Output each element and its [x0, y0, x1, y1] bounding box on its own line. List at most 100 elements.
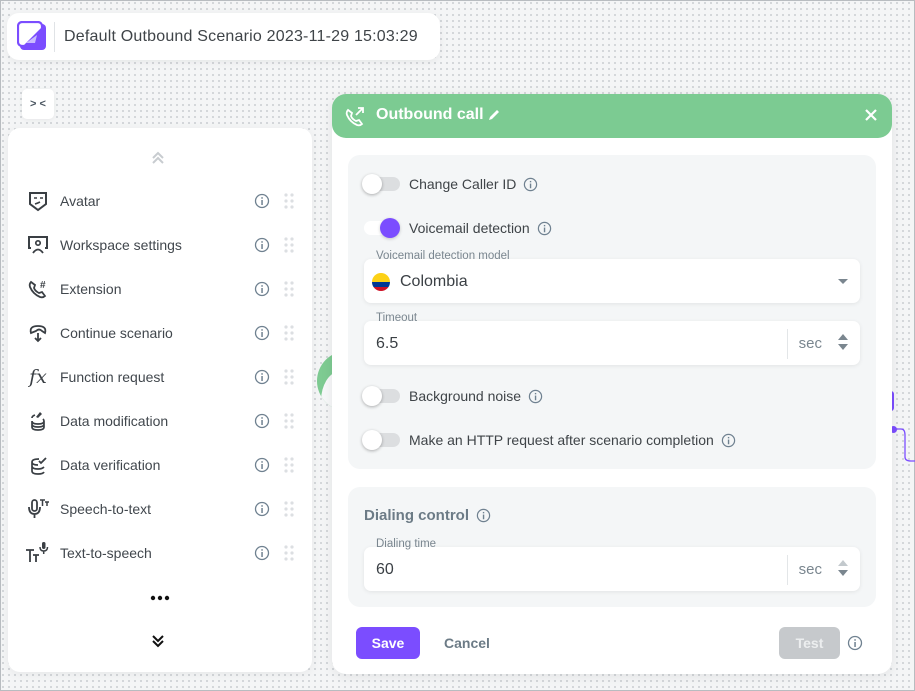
panel-title: Outbound call — [376, 106, 484, 123]
info-icon[interactable] — [254, 237, 270, 253]
dropdown-arrow-icon[interactable] — [838, 279, 848, 284]
close-icon[interactable] — [864, 108, 878, 122]
voicemail-detection-toggle[interactable]: Voicemail detection — [364, 216, 552, 240]
input-value[interactable]: 6.5 — [376, 335, 398, 353]
database-edit-icon — [25, 408, 51, 434]
field-label: Dialing time — [376, 538, 437, 550]
drag-handle-icon[interactable] — [284, 501, 294, 517]
palette-item-data-modification[interactable]: Data modification — [8, 403, 312, 439]
drag-handle-icon[interactable] — [284, 281, 294, 297]
palette-item-label: Continue scenario — [60, 325, 173, 341]
decrement-icon[interactable] — [838, 570, 848, 576]
palette-item-label: Function request — [60, 369, 165, 385]
outbound-call-panel: Outbound call Change Caller ID Voicemail… — [332, 94, 892, 674]
unit-divider — [787, 329, 788, 359]
toggle-label: Background noise — [409, 388, 522, 404]
toggle-label: Make an HTTP request after scenario comp… — [409, 432, 714, 448]
info-icon[interactable] — [254, 281, 270, 297]
field-label: Voicemail detection model — [376, 250, 510, 262]
info-icon[interactable] — [537, 221, 552, 236]
collapse-arrows-icon: > < — [30, 98, 46, 110]
info-icon[interactable] — [254, 193, 270, 209]
toggle-switch[interactable] — [362, 386, 400, 406]
info-icon[interactable] — [254, 369, 270, 385]
drag-handle-icon[interactable] — [284, 369, 294, 385]
palette-item-function-request[interactable]: fx Function request — [8, 359, 312, 395]
background-noise-toggle[interactable]: Background noise — [362, 384, 543, 408]
drag-handle-icon[interactable] — [284, 545, 294, 561]
palette-item-label: Text-to-speech — [60, 545, 152, 561]
palette-item-speech-to-text[interactable]: Speech-to-text — [8, 491, 312, 527]
info-icon[interactable] — [254, 413, 270, 429]
drag-handle-icon[interactable] — [284, 237, 294, 253]
info-icon[interactable] — [254, 501, 270, 517]
palette-item-continue-scenario[interactable]: Continue scenario — [8, 315, 312, 351]
cancel-button[interactable]: Cancel — [432, 627, 502, 659]
palette-item-workspace-settings[interactable]: Workspace settings — [8, 227, 312, 263]
drag-handle-icon[interactable] — [284, 413, 294, 429]
info-icon[interactable] — [847, 635, 863, 651]
palette-item-data-verification[interactable]: Data verification — [8, 447, 312, 483]
toggle-label: Voicemail detection — [409, 220, 530, 236]
section-title: Dialing control — [364, 507, 491, 524]
toggle-switch[interactable] — [362, 430, 400, 450]
timeout-input[interactable]: Timeout 6.5 sec — [364, 312, 860, 365]
drag-handle-icon[interactable] — [284, 193, 294, 209]
text-mic-icon — [25, 540, 51, 566]
app-logo-icon — [17, 20, 46, 50]
panel-header: Outbound call — [332, 94, 892, 138]
test-button[interactable]: Test — [779, 627, 840, 659]
palette-item-label: Data verification — [60, 457, 161, 473]
palette-item-label: Avatar — [60, 193, 101, 209]
info-icon[interactable] — [254, 325, 270, 341]
toggle-switch[interactable] — [364, 218, 400, 238]
phone-hash-icon: # — [25, 276, 51, 302]
avatar-mask-icon — [25, 188, 51, 214]
info-icon[interactable] — [254, 457, 270, 473]
voicemail-model-select[interactable]: Voicemail detection model Colombia — [364, 250, 860, 303]
title-divider — [54, 21, 55, 52]
info-icon[interactable] — [254, 545, 270, 561]
unit-label: sec — [798, 561, 822, 578]
increment-icon[interactable] — [838, 334, 848, 340]
decrement-icon[interactable] — [838, 344, 848, 350]
dialing-time-input[interactable]: Dialing time 60 sec — [364, 538, 860, 591]
scroll-up-icon[interactable] — [148, 148, 168, 168]
info-icon[interactable] — [528, 389, 543, 404]
drag-handle-icon[interactable] — [284, 457, 294, 473]
colombia-flag-icon — [372, 273, 390, 291]
unit-label: sec — [798, 335, 822, 352]
change-caller-id-toggle[interactable]: Change Caller ID — [362, 172, 538, 196]
drag-handle-icon[interactable] — [284, 325, 294, 341]
palette-item-label: Extension — [60, 281, 122, 297]
save-button[interactable]: Save — [356, 627, 420, 659]
palette-item-label: Data modification — [60, 413, 169, 429]
toggle-switch[interactable] — [362, 174, 400, 194]
info-icon[interactable] — [523, 177, 538, 192]
scroll-down-icon[interactable] — [148, 631, 168, 651]
http-request-toggle[interactable]: Make an HTTP request after scenario comp… — [362, 428, 736, 452]
palette-item-avatar[interactable]: Avatar — [8, 183, 312, 219]
palette-item-label: Workspace settings — [60, 237, 182, 253]
scenario-title: Default Outbound Scenario 2023-11-29 15:… — [64, 27, 418, 45]
edit-pencil-icon[interactable] — [487, 108, 501, 122]
unit-divider — [787, 555, 788, 585]
number-stepper[interactable] — [838, 334, 848, 354]
svg-text:#: # — [40, 280, 46, 291]
info-icon[interactable] — [476, 508, 491, 523]
toggle-label: Change Caller ID — [409, 176, 517, 192]
number-stepper[interactable] — [838, 560, 848, 580]
collapse-panels-button[interactable]: > < — [22, 89, 54, 119]
info-icon[interactable] — [721, 433, 736, 448]
scenario-title-card: Default Outbound Scenario 2023-11-29 15:… — [7, 13, 440, 60]
palette-item-text-to-speech[interactable]: Text-to-speech — [8, 535, 312, 571]
mic-text-icon — [25, 496, 51, 522]
increment-icon[interactable] — [838, 560, 848, 566]
palette-item-extension[interactable]: # Extension — [8, 271, 312, 307]
dialing-control-section: Dialing control Dialing time 60 sec — [348, 487, 876, 607]
more-items-icon[interactable] — [148, 590, 172, 606]
outbound-phone-icon — [345, 107, 364, 127]
database-check-icon — [25, 452, 51, 478]
input-value[interactable]: 60 — [376, 561, 394, 579]
continue-arrow-icon — [25, 320, 51, 346]
